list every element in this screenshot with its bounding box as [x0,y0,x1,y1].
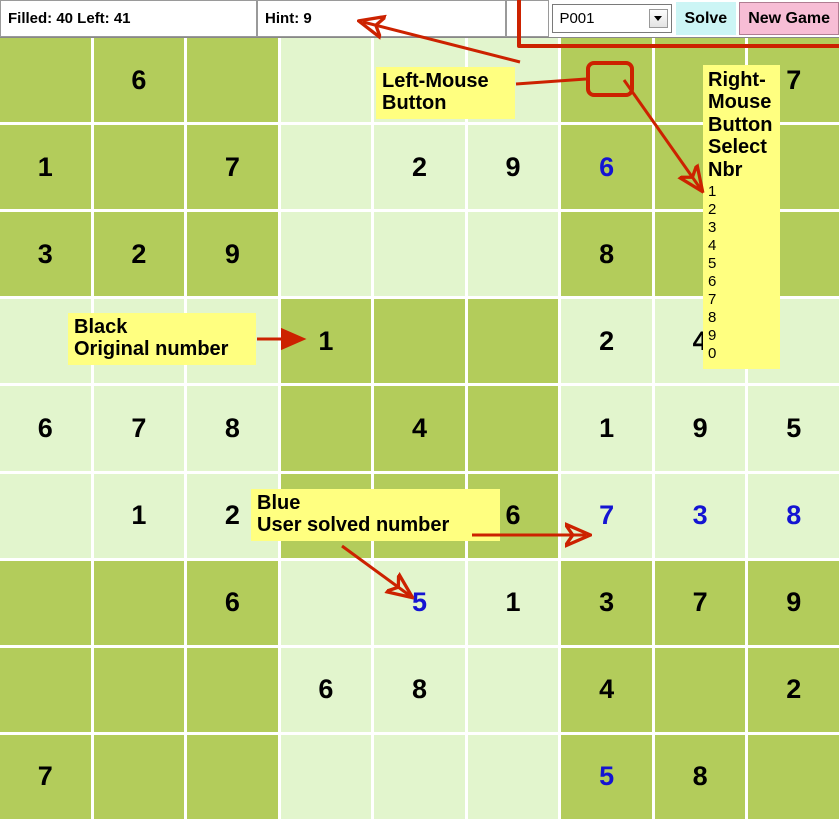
number-option-7[interactable]: 7 [708,291,776,309]
callout-right-mouse-button: Right-Mouse Button Select Nbr 1234567890 [703,65,780,369]
number-option-1[interactable]: 1 [708,183,776,201]
cell-r9-c3[interactable] [187,734,278,819]
hint-text: Hint: 9 [265,10,312,27]
number-option-8[interactable]: 8 [708,309,776,327]
spacer-field [505,0,550,37]
new-game-button[interactable]: New Game [739,2,839,35]
callout-right-mouse-title: Right-Mouse Button Select Nbr [708,69,773,181]
cell-r8-c8[interactable] [654,647,746,732]
cell-r5-c9[interactable]: 5 [748,386,839,471]
status-text: Filled: 40 Left: 41 [8,10,131,27]
cell-r4-c4[interactable]: 1 [280,299,372,384]
cell-r9-c2[interactable] [93,734,185,819]
cell-r5-c5[interactable]: 4 [374,386,465,471]
cell-r9-c6[interactable] [467,734,559,819]
cell-r1-c4[interactable] [280,38,372,123]
cell-r6-c9[interactable]: 8 [748,473,839,558]
status-field: Filled: 40 Left: 41 [0,0,258,37]
cell-r4-c7[interactable]: 2 [561,299,652,384]
cell-r2-c7[interactable]: 6 [561,125,652,210]
cell-r4-c6[interactable] [467,299,559,384]
number-option-9[interactable]: 9 [708,327,776,345]
number-option-5[interactable]: 5 [708,255,776,273]
cell-r8-c3[interactable] [187,647,278,732]
cell-r2-c1[interactable]: 1 [0,125,91,210]
callout-black-line1: Black [74,316,128,338]
cell-r9-c5[interactable] [374,734,465,819]
cell-r8-c6[interactable] [467,647,559,732]
cell-r4-c5[interactable] [374,299,465,384]
cell-r7-c7[interactable]: 3 [561,560,652,645]
callout-black-line2: Original number [74,338,229,361]
number-option-2[interactable]: 2 [708,201,776,219]
callout-blue-line2: User solved number [257,514,450,537]
cell-r8-c9[interactable]: 2 [748,647,839,732]
cell-r3-c2[interactable]: 2 [93,212,185,297]
cell-r7-c8[interactable]: 7 [654,560,746,645]
cell-r9-c8[interactable]: 8 [654,734,746,819]
callout-left-mouse-button: Left-Mouse Button [376,67,515,119]
cell-r5-c2[interactable]: 7 [93,386,185,471]
callout-number-list: 1234567890 [708,183,776,363]
cell-r9-c1[interactable]: 7 [0,734,91,819]
cell-r3-c6[interactable] [467,212,559,297]
cell-r3-c7[interactable]: 8 [561,212,652,297]
cell-r7-c6[interactable]: 1 [467,560,559,645]
cell-r5-c4[interactable] [280,386,372,471]
cell-r2-c2[interactable] [93,125,185,210]
cell-r6-c8[interactable]: 3 [654,473,746,558]
cell-r5-c1[interactable]: 6 [0,386,91,471]
cell-r3-c1[interactable]: 3 [0,212,91,297]
number-option-0[interactable]: 0 [708,345,776,363]
cell-r3-c5[interactable] [374,212,465,297]
hint-field: Hint: 9 [257,0,506,37]
cell-r2-c3[interactable]: 7 [187,125,278,210]
cell-r1-c1[interactable] [0,38,91,123]
cell-r6-c2[interactable]: 1 [93,473,185,558]
cell-r6-c7[interactable]: 7 [561,473,652,558]
number-option-6[interactable]: 6 [708,273,776,291]
cell-r9-c7[interactable]: 5 [561,734,652,819]
cell-r9-c4[interactable] [280,734,372,819]
callout-left-mouse-text: Left-Mouse Button [382,70,489,115]
cell-r7-c2[interactable] [93,560,185,645]
cell-r1-c3[interactable] [187,38,278,123]
number-option-3[interactable]: 3 [708,219,776,237]
cell-r7-c3[interactable]: 6 [187,560,278,645]
callout-blue-user-number: Blue User solved number [251,489,500,541]
cell-r8-c1[interactable] [0,647,91,732]
cell-r8-c2[interactable] [93,647,185,732]
cell-r2-c6[interactable]: 9 [467,125,559,210]
cell-r9-c9[interactable] [748,734,839,819]
cell-r7-c1[interactable] [0,560,91,645]
cell-r2-c4[interactable] [280,125,372,210]
cell-r1-c7[interactable] [561,38,652,123]
number-option-4[interactable]: 4 [708,237,776,255]
cell-r5-c7[interactable]: 1 [561,386,652,471]
cell-r1-c2[interactable]: 6 [93,38,185,123]
cell-r6-c1[interactable] [0,473,91,558]
cell-r5-c8[interactable]: 9 [654,386,746,471]
cell-r5-c3[interactable]: 8 [187,386,278,471]
cell-r5-c6[interactable] [467,386,559,471]
cell-r7-c9[interactable]: 9 [748,560,839,645]
puzzle-select[interactable]: P001 [552,4,672,33]
cell-r7-c4[interactable] [280,560,372,645]
puzzle-select-value: P001 [559,10,595,27]
toolbar: Filled: 40 Left: 41 Hint: 9 P001 Solve N… [0,0,839,38]
cell-r8-c4[interactable]: 6 [280,647,372,732]
cell-r7-c5[interactable]: 5 [374,560,465,645]
cell-r8-c7[interactable]: 4 [561,647,652,732]
cell-r2-c5[interactable]: 2 [374,125,465,210]
cell-r8-c5[interactable]: 8 [374,647,465,732]
cell-r3-c3[interactable]: 9 [187,212,278,297]
solve-button[interactable]: Solve [675,2,737,35]
cell-r3-c4[interactable] [280,212,372,297]
callout-black-original-number: Black Original number [68,313,256,365]
callout-blue-line1: Blue [257,492,301,514]
chevron-down-icon[interactable] [648,9,668,28]
